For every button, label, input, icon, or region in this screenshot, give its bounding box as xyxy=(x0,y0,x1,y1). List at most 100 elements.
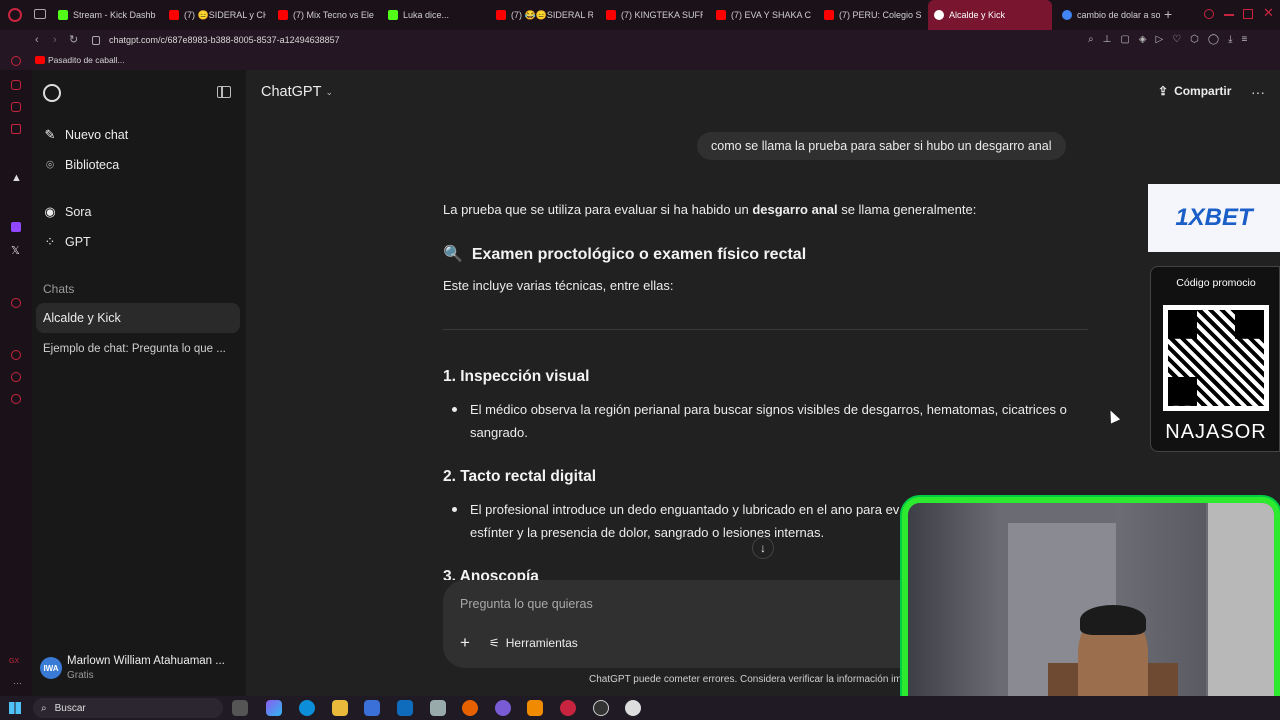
opera-gx-icon[interactable] xyxy=(560,700,576,716)
url-text[interactable]: chatgpt.com/c/687e8983-b388-8005-8537-a1… xyxy=(109,35,340,45)
person-hair xyxy=(1080,605,1146,635)
share-button[interactable]: ⇪ Compartir xyxy=(1158,84,1231,98)
x-twitter-icon[interactable]: 𝕏 xyxy=(11,244,20,257)
model-selector[interactable]: ChatGPT ⌄ xyxy=(261,84,333,100)
windows-start-icon[interactable] xyxy=(9,702,21,714)
extension-icon[interactable]: ⬡ xyxy=(1190,34,1199,45)
opera-logo-icon[interactable] xyxy=(8,8,22,22)
twitch-icon[interactable] xyxy=(11,222,21,232)
library-button[interactable]: ⌾ Biblioteca xyxy=(32,150,242,180)
tab-label: (7) Mix Tecno vs Ele xyxy=(293,10,374,20)
avatar[interactable]: IWA xyxy=(40,657,62,679)
minimize-icon[interactable] xyxy=(1224,14,1234,16)
sidebar-aria-icon[interactable]: ▲ xyxy=(11,172,22,184)
sidebar-toggle-icon[interactable] xyxy=(217,86,231,98)
kick-icon xyxy=(58,10,68,20)
sidebar-messenger-icon[interactable] xyxy=(11,102,21,112)
tab-label: Alcalde y Kick xyxy=(949,10,1006,20)
plus-icon[interactable]: + xyxy=(460,633,470,653)
file-explorer-icon[interactable] xyxy=(332,700,348,716)
app-icon[interactable] xyxy=(430,700,446,716)
youtube-icon xyxy=(716,10,726,20)
section-text: sangrado. xyxy=(470,425,528,440)
close-icon[interactable]: ✕ xyxy=(1263,5,1274,21)
scroll-down-icon[interactable]: ↓ xyxy=(752,537,774,559)
tab-6[interactable]: (7) EVA Y SHAKA C xyxy=(710,0,813,30)
maximize-icon[interactable] xyxy=(1243,9,1253,19)
pin-icon[interactable]: ⊥ xyxy=(1103,34,1112,45)
sora-button[interactable]: ◉ Sora xyxy=(32,197,242,227)
more-options-icon[interactable]: ··· xyxy=(1251,84,1265,100)
tab-label: (7) 😂😑SIDERAL R xyxy=(511,9,593,20)
tab-0[interactable]: Stream - Kick Dashb xyxy=(52,0,160,30)
youtube-icon xyxy=(169,10,179,20)
taskbar-search[interactable]: ⌕ Buscar xyxy=(33,698,223,718)
opera-sidebar: ▲ 𝕏 GX ··· xyxy=(0,56,32,696)
more-icon[interactable]: ··· xyxy=(13,678,22,688)
tab-1[interactable]: (7) 😑SIDERAL y CH xyxy=(163,0,266,30)
edge-icon[interactable] xyxy=(299,700,315,716)
play-icon[interactable]: ▷ xyxy=(1155,34,1163,45)
brand-ad-banner[interactable]: 1XBET xyxy=(1148,184,1280,252)
shield-icon[interactable]: ◈ xyxy=(1139,34,1147,45)
edit-icon: ✎ xyxy=(44,127,56,142)
browser-tab-bar: Stream - Kick Dashb (7) 😑SIDERAL y CH (7… xyxy=(0,0,1280,30)
section-heading: 1. Inspección visual xyxy=(443,368,590,385)
profile-icon[interactable]: ◯ xyxy=(1208,34,1219,45)
bookmark-item[interactable]: Pasadito de caball... xyxy=(48,55,125,65)
bookmark-bar: Pasadito de caball... xyxy=(0,52,1280,70)
tab-7[interactable]: (7) PERU: Colegio Sr xyxy=(818,0,921,30)
download-icon[interactable]: ⤓ xyxy=(1228,34,1232,45)
sidebar-extension-icon[interactable] xyxy=(11,80,21,90)
new-chat-button[interactable]: ✎ Nuevo chat xyxy=(32,120,242,150)
youtube-icon xyxy=(606,10,616,20)
discord-icon[interactable] xyxy=(495,700,511,716)
zoom-icon[interactable]: ⌕ xyxy=(1088,34,1094,45)
chat-sidebar: ✎ Nuevo chat ⌾ Biblioteca ◉ Sora ⁘ GPT Chats… xyxy=(32,70,246,696)
tab-label: (7) KINGTEKA SUFRI xyxy=(621,10,703,20)
forward-icon[interactable]: › xyxy=(53,34,57,46)
snapshot-icon[interactable]: ▢ xyxy=(1120,34,1129,45)
vlc-icon[interactable] xyxy=(527,700,543,716)
chat-item-active[interactable]: Alcalde y Kick xyxy=(36,303,240,333)
promo-ad-banner[interactable]: Código promocio NAJASOR xyxy=(1150,266,1280,452)
task-view-icon[interactable] xyxy=(232,700,248,716)
gpt-button[interactable]: ⁘ GPT xyxy=(32,227,242,257)
outlook-icon[interactable] xyxy=(397,700,413,716)
chatgpt-app-icon[interactable] xyxy=(625,700,641,716)
search-tabs-icon[interactable] xyxy=(1204,9,1214,19)
tab-2[interactable]: (7) Mix Tecno vs Ele xyxy=(272,0,375,30)
composer-input[interactable]: Pregunta lo que quieras xyxy=(460,597,593,611)
copilot-icon[interactable] xyxy=(266,700,282,716)
sidebar-settings-icon[interactable] xyxy=(11,394,21,404)
tab-4[interactable]: (7) 😂😑SIDERAL R xyxy=(490,0,593,30)
tools-button[interactable]: ⚟ Herramientas xyxy=(489,636,578,650)
reload-icon[interactable]: ↻ xyxy=(69,33,78,46)
new-tab-icon[interactable]: + xyxy=(1164,6,1172,22)
tab-label: cambio de dolar a so xyxy=(1077,10,1160,20)
sidebar-home-icon[interactable] xyxy=(11,56,21,66)
openai-logo-icon[interactable] xyxy=(43,84,61,102)
sidebar-pinboard-icon[interactable] xyxy=(11,372,21,382)
workspace-icon[interactable] xyxy=(34,9,46,19)
tab-8-active[interactable]: Alcalde y Kick xyxy=(928,0,1052,30)
back-icon[interactable]: ‹ xyxy=(35,34,39,46)
sidebar-history-icon[interactable] xyxy=(11,350,21,360)
chat-item[interactable]: Ejemplo de chat: Pregunta lo que ... xyxy=(32,334,242,364)
brand-logo: 1XBET xyxy=(1175,204,1253,231)
promo-label: Código promocio xyxy=(1176,277,1256,289)
sidebar-mail-icon[interactable] xyxy=(11,124,21,134)
sidebar-player-icon[interactable] xyxy=(11,298,21,308)
tab-5[interactable]: (7) KINGTEKA SUFRI xyxy=(600,0,703,30)
tab-3[interactable]: Luka dice... xyxy=(382,0,485,30)
user-name[interactable]: Marlown William Atahuaman ... xyxy=(67,655,225,667)
heart-icon[interactable]: ♡ xyxy=(1172,34,1181,45)
obs-icon[interactable] xyxy=(593,700,609,716)
youtube-icon xyxy=(824,10,834,20)
menu-icon[interactable]: ≡ xyxy=(1242,34,1248,45)
chat-item-label: Ejemplo de chat: Pregunta lo que ... xyxy=(43,343,226,355)
tab-9[interactable]: cambio de dolar a so xyxy=(1056,0,1160,30)
firefox-icon[interactable] xyxy=(462,700,478,716)
section-heading: 3. Anoscopía xyxy=(443,568,539,580)
store-icon[interactable] xyxy=(364,700,380,716)
